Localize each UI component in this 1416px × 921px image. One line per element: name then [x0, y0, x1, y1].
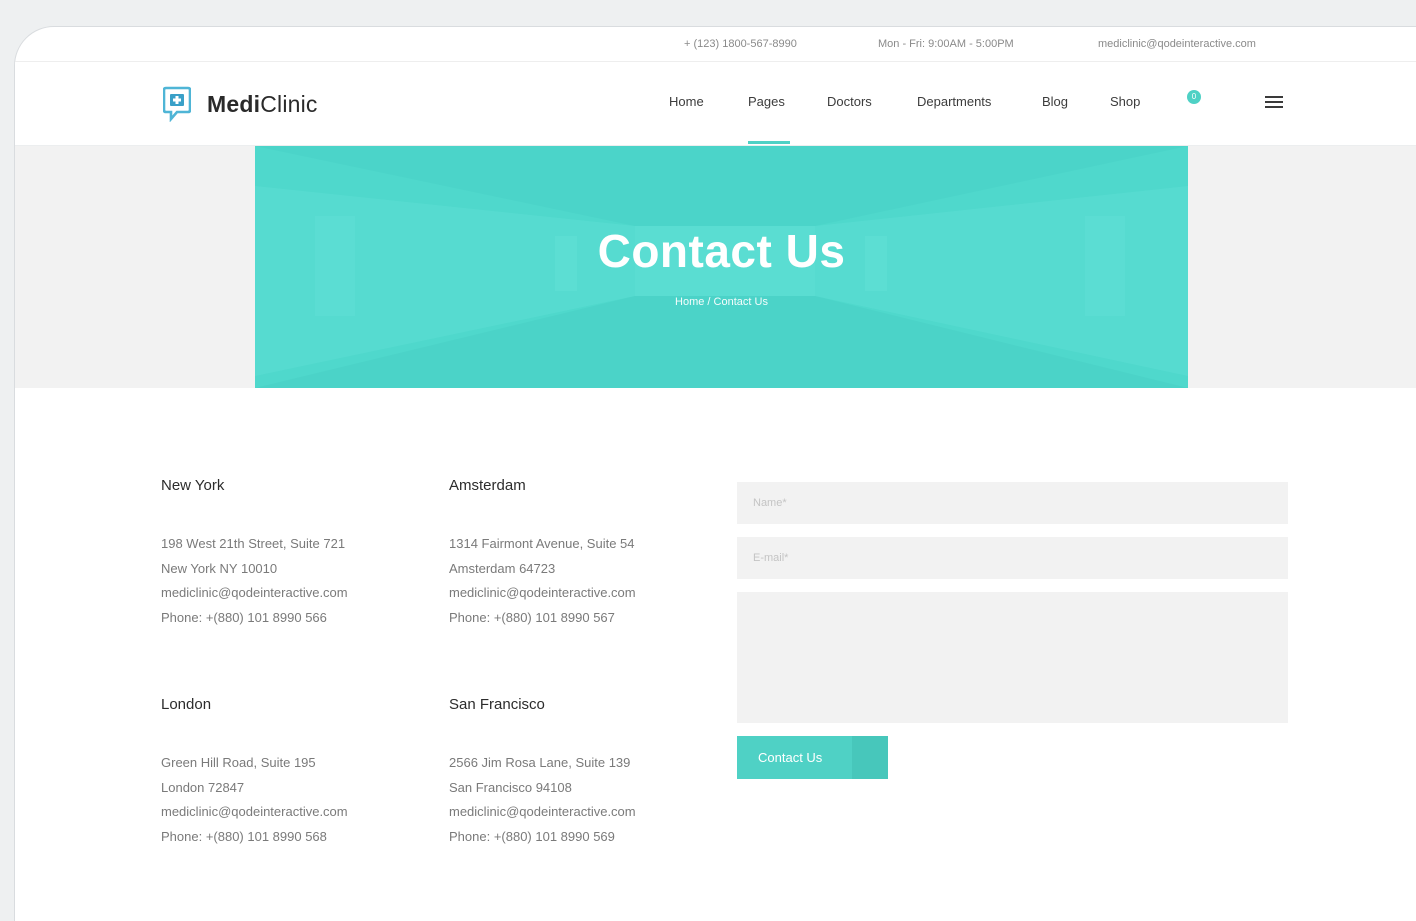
nav-item-blog[interactable]: Blog — [1042, 94, 1068, 109]
logo-text-bold: Medi — [207, 90, 261, 117]
name-input[interactable] — [737, 482, 1288, 524]
office-amsterdam: Amsterdam 1314 Fairmont Avenue, Suite 54… — [449, 477, 709, 630]
office-address: 198 West 21th Street, Suite 721 — [161, 536, 346, 551]
site-header: MediClinic Home Pages Doctors Department… — [15, 62, 1416, 146]
breadcrumb-current: Contact Us — [713, 296, 768, 308]
office-phone: Phone: +(880) 101 8990 569 — [449, 828, 615, 844]
office-postcode: San Francisco 94108 — [449, 779, 572, 795]
breadcrumb-home[interactable]: Home — [675, 296, 704, 308]
office-address: 1314 Fairmont Avenue, Suite 54 — [449, 536, 635, 551]
nav-item-departments[interactable]: Departments — [917, 94, 991, 109]
office-san-francisco: San Francisco 2566 Jim Rosa Lane, Suite … — [449, 696, 709, 849]
contact-us-submit-button[interactable]: Contact Us — [737, 736, 888, 779]
office-phone: Phone: +(880) 101 8990 567 — [449, 609, 615, 625]
office-london: London Green Hill Road, Suite 195 London… — [161, 696, 421, 849]
nav-item-shop[interactable]: Shop — [1110, 94, 1140, 109]
office-city: San Francisco — [449, 696, 545, 713]
nav-item-home[interactable]: Home — [669, 94, 704, 109]
nav-item-doctors[interactable]: Doctors — [827, 94, 872, 109]
office-city: Amsterdam — [449, 477, 526, 494]
office-address: Green Hill Road, Suite 195 — [161, 755, 316, 770]
breadcrumb-separator: / — [707, 296, 711, 308]
submit-label: Contact Us — [758, 750, 823, 765]
logo-text: MediClinic — [207, 91, 318, 118]
office-phone: Phone: +(880) 101 8990 568 — [161, 828, 327, 844]
office-email[interactable]: mediclinic@qodeinteractive.com — [449, 581, 709, 606]
page-title-band: Contact Us Home / Contact Us — [15, 146, 1416, 388]
office-postcode: Amsterdam 64723 — [449, 560, 556, 576]
office-postcode: New York NY 10010 — [161, 560, 278, 576]
page-title-area: Contact Us Home / Contact Us — [255, 146, 1188, 388]
office-city: London — [161, 696, 212, 713]
topbar-email[interactable]: mediclinic@qodeinteractive.com — [1098, 38, 1256, 50]
office-city: New York — [161, 477, 225, 494]
office-new-york: New York 198 West 21th Street, Suite 721… — [161, 477, 421, 630]
office-address: 2566 Jim Rosa Lane, Suite 139 — [449, 755, 631, 770]
email-input[interactable] — [737, 537, 1288, 579]
nav-active-indicator — [748, 141, 790, 144]
topbar-phone[interactable]: + (123) 1800-567-8990 — [684, 38, 797, 50]
message-textarea[interactable] — [737, 592, 1288, 723]
site-logo[interactable]: MediClinic — [163, 86, 318, 122]
cart-count-badge[interactable]: 0 — [1187, 90, 1201, 104]
page-title: Contact Us — [597, 225, 846, 277]
browser-frame: + (123) 1800-567-8990 Mon - Fri: 9:00AM … — [14, 26, 1416, 921]
top-info-bar: + (123) 1800-567-8990 Mon - Fri: 9:00AM … — [15, 27, 1416, 62]
medical-cross-logo-icon — [163, 86, 191, 122]
nav-item-pages[interactable]: Pages — [748, 94, 785, 109]
hamburger-menu-icon[interactable] — [1265, 96, 1283, 110]
office-email[interactable]: mediclinic@qodeinteractive.com — [161, 581, 421, 606]
submit-arrow-icon — [852, 736, 888, 779]
office-email[interactable]: mediclinic@qodeinteractive.com — [161, 800, 421, 825]
logo-text-regular: Clinic — [260, 90, 318, 117]
office-postcode: London 72847 — [161, 779, 245, 795]
office-phone: Phone: +(880) 101 8990 566 — [161, 609, 327, 625]
office-email[interactable]: mediclinic@qodeinteractive.com — [449, 800, 709, 825]
topbar-hours: Mon - Fri: 9:00AM - 5:00PM — [878, 38, 1014, 50]
breadcrumb: Home / Contact Us — [255, 296, 1188, 308]
